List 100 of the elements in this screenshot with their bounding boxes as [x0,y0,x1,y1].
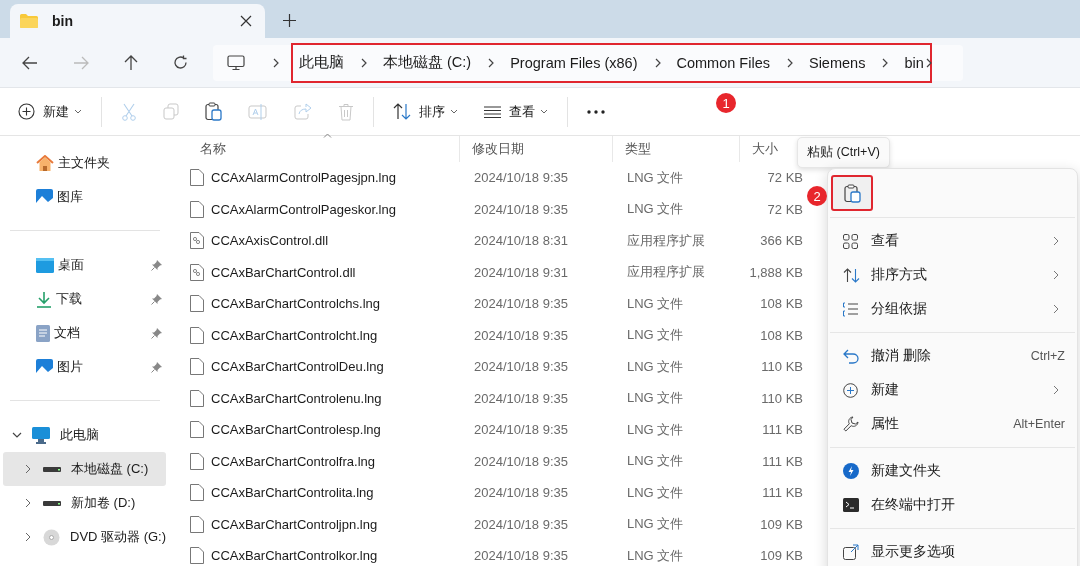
file-name[interactable]: CCAxBarChartControlesp.lng [211,422,381,438]
paste-button[interactable] [831,175,873,211]
file-name[interactable]: CCAxAxisControl.dll [211,233,329,249]
column-header[interactable]: 类型 [613,136,740,162]
menu-label: 分组依据 [871,300,928,318]
chevron-icon [273,57,279,68]
menu-item[interactable]: 分组依据 [828,292,1077,326]
sidebar-item[interactable]: 下载 [0,282,166,316]
sort-button[interactable]: 排序 [380,94,471,129]
file-name[interactable]: CCAxBarChartControlcht.lng [211,327,378,343]
menu-item[interactable]: 查看 [828,224,1077,258]
menu-item[interactable]: 新建 [828,373,1077,407]
file-name[interactable]: CCAxAlarmControlPagesjpn.lng [211,170,396,186]
tree-item[interactable]: 本地磁盘 (C:) [3,452,166,486]
close-icon[interactable] [240,15,252,27]
terminal-icon [843,498,859,512]
file-icon [190,515,204,533]
chevron-icon[interactable] [23,532,33,542]
file-name[interactable]: CCAxBarChartControlita.lng [211,485,374,501]
view-button[interactable]: 查看 [471,94,561,129]
scissors-icon [121,102,137,121]
chevron-icon[interactable] [23,464,33,474]
folder-icon [20,14,38,28]
more-icon [587,109,605,114]
shortcut-text: Alt+Enter [1013,417,1065,431]
file-name[interactable]: CCAxBarChartControljpn.lng [211,516,378,532]
file-name[interactable]: CCAxBarChartControlchs.lng [211,296,381,312]
menu-label: 属性 [871,415,900,433]
sidebar-item[interactable]: 主文件夹 [0,146,166,180]
plus-circle-icon [18,103,35,120]
house-icon [36,154,54,172]
sort-arrows-icon [843,267,860,283]
breadcrumb-item[interactable]: Program Files (x86) [510,54,638,71]
menu-label: 新建文件夹 [871,462,942,480]
breadcrumb-item[interactable]: 此电脑 [299,53,344,72]
type-cell: LNG 文件 [627,357,684,376]
grid-icon [843,233,858,249]
file-name[interactable]: CCAxBarChartControlDeu.lng [211,359,384,375]
file-name[interactable]: CCAxBarChartControlfra.lng [211,453,375,469]
plus-circle-icon [843,382,858,398]
sidebar-item[interactable]: 文档 [0,316,166,350]
size-cell: 111 KB [762,422,803,438]
pin-icon[interactable] [151,259,162,271]
size-cell: 110 KB [761,359,803,375]
menu-item[interactable]: 在终端中打开 [828,488,1077,522]
breadcrumb-item[interactable]: bin [904,54,924,71]
menu-item[interactable]: 显示更多选项 [828,535,1077,566]
size-cell: 110 KB [761,390,803,406]
menu-item[interactable]: 属性 Alt+Enter [828,407,1077,441]
file-name[interactable]: CCAxBarChartControlkor.lng [211,548,378,564]
breadcrumb-item[interactable]: 本地磁盘 (C:) [383,53,472,72]
chevron-icon[interactable] [23,498,33,508]
chevron-icon [361,57,367,68]
date-cell: 2024/10/18 9:31 [474,264,568,280]
tree-item[interactable]: 此电脑 [0,418,166,452]
list-icon [843,301,858,317]
sidebar-item[interactable]: 图库 [0,180,166,214]
menu-label: 查看 [871,232,900,250]
back-icon[interactable] [22,55,38,70]
menu-label: 新建 [871,381,900,399]
refresh-icon[interactable] [173,55,188,70]
address-bar[interactable]: 此电脑 本地磁盘 (C:) Program Files (x86) Common Files Siemens bin [213,44,963,81]
menu-item[interactable]: 排序方式 [828,258,1077,292]
clipboard-icon [205,102,222,121]
chevron-icon [786,57,793,68]
step-badge: 1 [716,93,736,113]
file-name[interactable]: CCAxBarChartControl.dll [211,264,356,280]
date-cell: 2024/10/18 8:31 [474,233,568,249]
date-cell: 2024/10/18 9:35 [474,485,568,501]
column-header[interactable]: 名称 [188,136,460,162]
folder-tab[interactable]: bin [10,4,265,38]
breadcrumb-item[interactable]: Siemens [808,54,866,71]
tree-item[interactable]: 新加卷 (D:) [3,486,166,520]
up-icon[interactable] [124,54,138,71]
menu-item[interactable]: 新建文件夹 [828,454,1077,488]
rename-icon [248,102,268,121]
column-header[interactable]: 修改日期 [460,136,613,162]
file-name[interactable]: CCAxBarChartControlenu.lng [211,390,382,406]
new-tab-icon[interactable] [283,14,296,27]
size-cell: 111 KB [762,453,803,469]
trash-icon [338,102,354,121]
breadcrumb-item[interactable]: Common Files [676,54,770,71]
pin-icon[interactable] [151,293,162,305]
menu-label: 排序方式 [871,266,928,284]
download-icon [36,290,52,308]
menu-item[interactable]: 撤消 删除 Ctrl+Z [828,339,1077,373]
new-button[interactable]: 新建 [16,94,95,129]
tree-item[interactable]: DVD 驱动器 (G:) [3,520,166,554]
pin-icon[interactable] [151,361,162,373]
copy-icon [163,103,179,120]
sidebar-item[interactable]: 桌面 [0,248,166,282]
date-cell: 2024/10/18 9:35 [474,201,568,217]
menu-label: 在终端中打开 [871,496,956,514]
sidebar-item[interactable]: 图片 [0,350,166,384]
size-cell: 1,888 KB [749,264,803,280]
file-name[interactable]: CCAxAlarmControlPageskor.lng [211,201,396,217]
pin-icon[interactable] [151,327,162,339]
date-cell: 2024/10/18 9:35 [474,327,568,343]
chevron-down-icon[interactable] [12,432,22,438]
chevron-icon [654,57,661,68]
